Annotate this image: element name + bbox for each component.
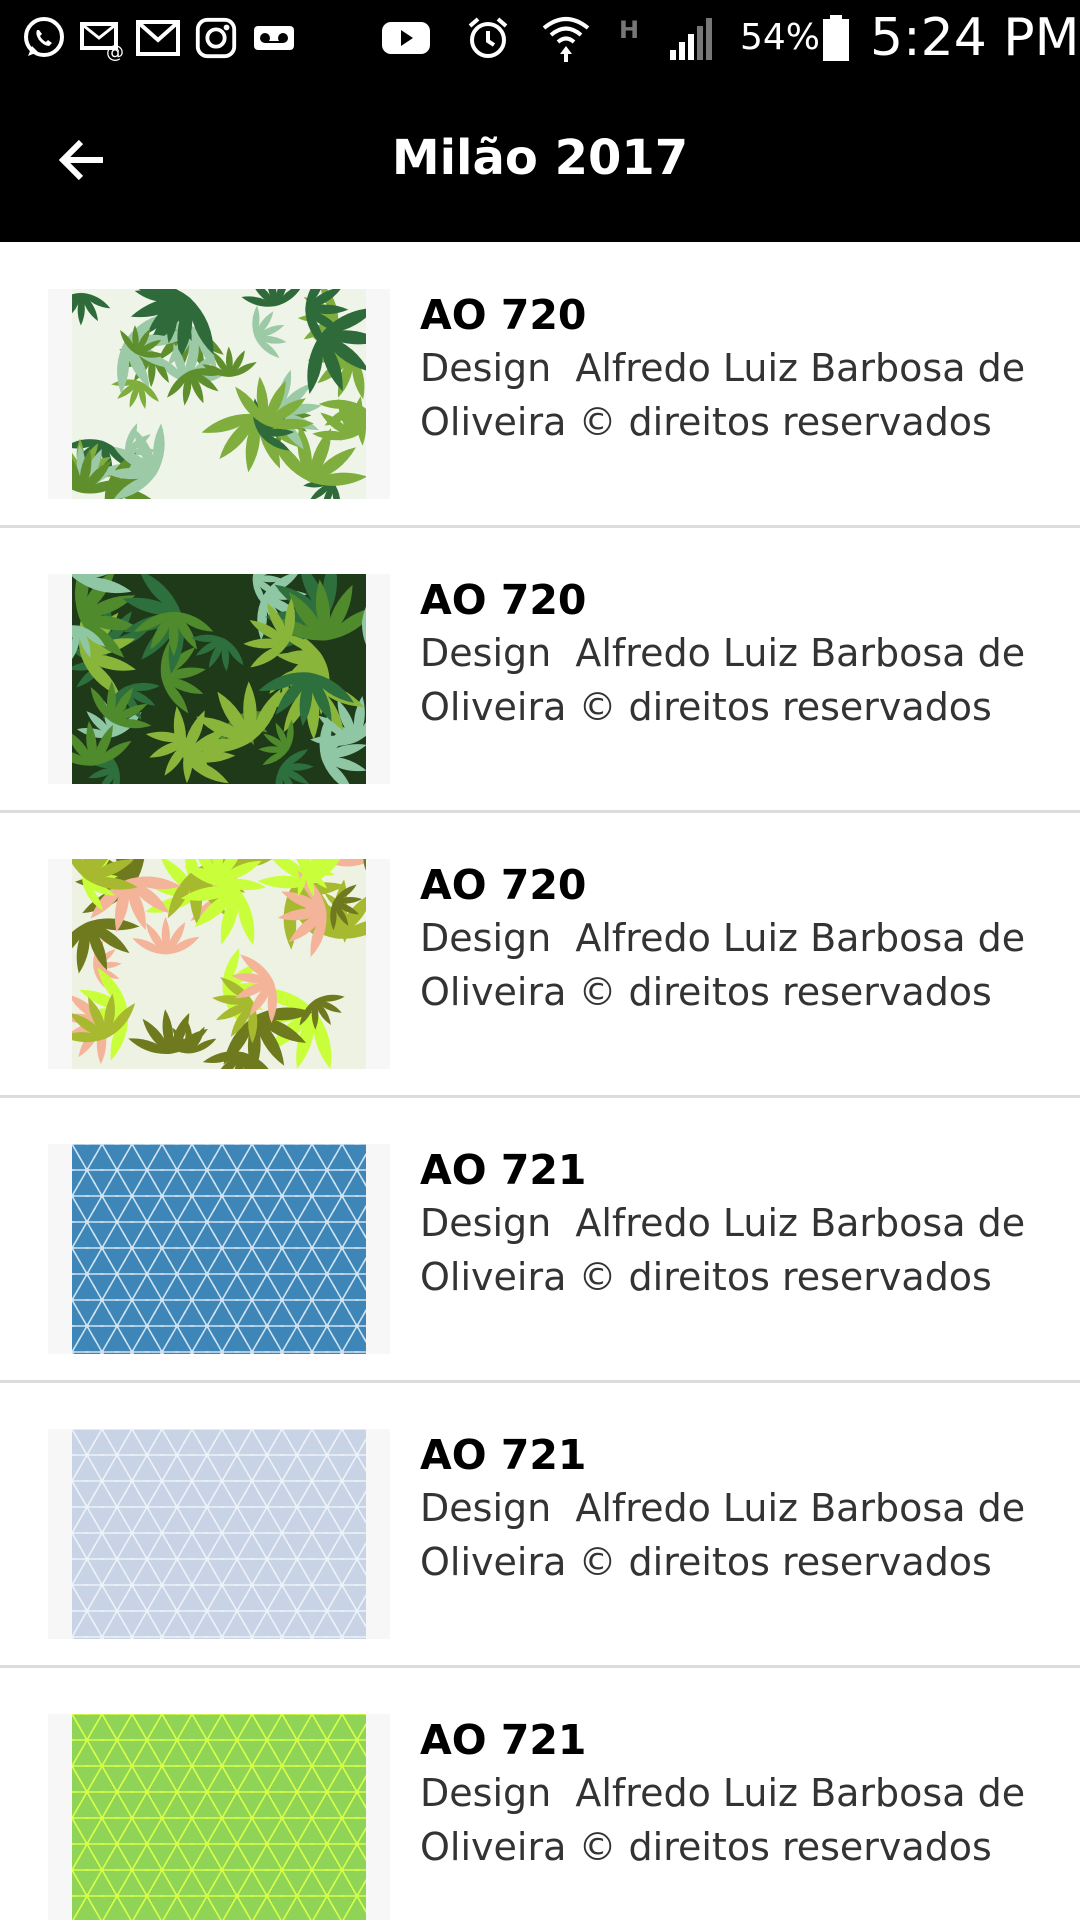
- instagram-icon: [190, 12, 242, 64]
- item-title: AO 720: [420, 291, 587, 339]
- list-item[interactable]: AO 721 Design Alfredo Luiz Barbosa de Ol…: [0, 1383, 1080, 1668]
- pattern-thumbnail: [72, 289, 366, 499]
- list-item[interactable]: AO 721 Design Alfredo Luiz Barbosa de Ol…: [0, 1668, 1080, 1920]
- list-item-text: AO 721 Design Alfredo Luiz Barbosa de Ol…: [420, 1714, 1060, 1874]
- alarm-icon: [462, 12, 514, 64]
- item-title: AO 720: [420, 576, 587, 624]
- item-title: AO 720: [420, 861, 587, 909]
- pattern-thumbnail: [72, 1144, 366, 1354]
- battery-icon: [810, 12, 862, 64]
- list-item-text: AO 721 Design Alfredo Luiz Barbosa de Ol…: [420, 1429, 1060, 1589]
- thumbnail-frame: [48, 1429, 390, 1639]
- thumbnail-frame: [48, 1144, 390, 1354]
- svg-text:H: H: [619, 16, 639, 44]
- list-item-text: AO 720 Design Alfredo Luiz Barbosa de Ol…: [420, 289, 1060, 449]
- battery-percent: 54%: [740, 17, 821, 58]
- signal-icon: [664, 12, 716, 64]
- status-bar: @ H 54% 5:24 PM: [0, 0, 1080, 78]
- clock: 5:24 PM: [870, 8, 1080, 68]
- item-title: AO 721: [420, 1146, 587, 1194]
- pattern-thumbnail: [72, 1714, 366, 1920]
- app-bar: Milão 2017: [0, 78, 1080, 242]
- youtube-icon: [380, 12, 432, 64]
- item-title: AO 721: [420, 1716, 587, 1764]
- svg-text:@: @: [106, 42, 124, 62]
- item-description: Design Alfredo Luiz Barbosa de Oliveira …: [420, 346, 1038, 444]
- voicemail-mail-icon: @: [76, 12, 128, 64]
- item-description: Design Alfredo Luiz Barbosa de Oliveira …: [420, 916, 1038, 1014]
- list-item[interactable]: AO 720 Design Alfredo Luiz Barbosa de Ol…: [0, 813, 1080, 1098]
- thumbnail-frame: [48, 859, 390, 1069]
- network-h-icon: H: [604, 12, 656, 64]
- pattern-thumbnail: [72, 1429, 366, 1639]
- pattern-list: AO 720 Design Alfredo Luiz Barbosa de Ol…: [0, 243, 1080, 1920]
- wifi-icon: [540, 12, 592, 64]
- item-description: Design Alfredo Luiz Barbosa de Oliveira …: [420, 1201, 1038, 1299]
- pattern-thumbnail: [72, 859, 366, 1069]
- thumbnail-frame: [48, 574, 390, 784]
- pattern-thumbnail: [72, 574, 366, 784]
- list-item[interactable]: AO 721 Design Alfredo Luiz Barbosa de Ol…: [0, 1098, 1080, 1383]
- list-item[interactable]: AO 720 Design Alfredo Luiz Barbosa de Ol…: [0, 528, 1080, 813]
- gmail-icon: [132, 12, 184, 64]
- page-title: Milão 2017: [391, 130, 689, 186]
- list-item[interactable]: AO 720 Design Alfredo Luiz Barbosa de Ol…: [0, 243, 1080, 528]
- item-description: Design Alfredo Luiz Barbosa de Oliveira …: [420, 1771, 1038, 1869]
- thumbnail-frame: [48, 1714, 390, 1920]
- item-title: AO 721: [420, 1431, 587, 1479]
- whatsapp-icon: [18, 12, 70, 64]
- item-description: Design Alfredo Luiz Barbosa de Oliveira …: [420, 1486, 1038, 1584]
- voicemail-icon: [248, 12, 300, 64]
- list-item-text: AO 721 Design Alfredo Luiz Barbosa de Ol…: [420, 1144, 1060, 1304]
- list-item-text: AO 720 Design Alfredo Luiz Barbosa de Ol…: [420, 574, 1060, 734]
- list-item-text: AO 720 Design Alfredo Luiz Barbosa de Ol…: [420, 859, 1060, 1019]
- item-description: Design Alfredo Luiz Barbosa de Oliveira …: [420, 631, 1038, 729]
- thumbnail-frame: [48, 289, 390, 499]
